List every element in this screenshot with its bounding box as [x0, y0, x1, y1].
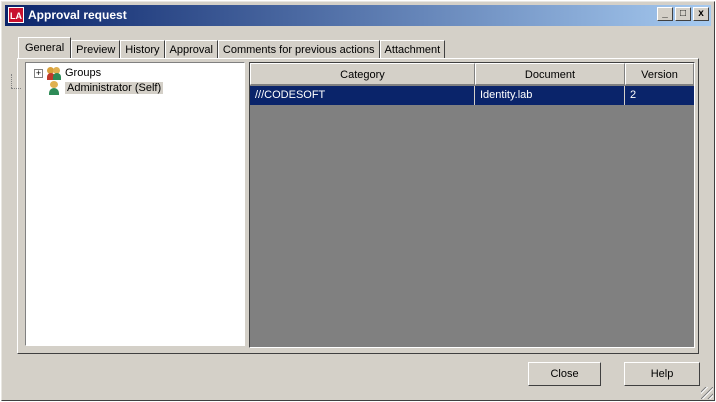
tree-node-label: Groups	[65, 67, 102, 79]
users-group-icon	[47, 66, 61, 80]
cell-document: Identity.lab	[475, 86, 625, 105]
tab-attachment[interactable]: Attachment	[379, 40, 446, 58]
maximize-button[interactable]: □	[675, 7, 691, 21]
tab-comments[interactable]: Comments for previous actions	[217, 40, 380, 58]
tree-node-groups[interactable]: + Groups	[34, 65, 101, 81]
documents-grid[interactable]: Category Document Version ///CODESOFT Id…	[249, 62, 695, 348]
cell-version: 2	[630, 89, 637, 101]
caption-buttons: _ □ x	[655, 7, 709, 21]
recipients-tree[interactable]: + Groups Administrator (Self)	[25, 62, 245, 346]
tree-connector	[11, 88, 21, 89]
title-bar[interactable]: LA Approval request _ □ x	[5, 5, 711, 26]
resize-grip-icon[interactable]	[701, 387, 713, 399]
user-icon	[47, 81, 61, 95]
tree-node-administrator[interactable]: Administrator (Self)	[47, 80, 164, 96]
window-title: Approval request	[28, 8, 127, 22]
app-icon: LA	[8, 7, 24, 23]
tree-node-label: Administrator (Self)	[65, 82, 164, 94]
tab-approval[interactable]: Approval	[164, 40, 218, 58]
column-header-document[interactable]: Document	[475, 63, 625, 85]
tab-strip: General Preview History Approval Comment…	[18, 37, 446, 58]
tab-general[interactable]: General	[18, 37, 72, 58]
cell-category: ///CODESOFT	[250, 86, 475, 105]
minimize-button[interactable]: _	[657, 7, 673, 21]
column-header-category[interactable]: Category	[250, 63, 475, 85]
tree-connector	[11, 74, 12, 88]
close-window-button[interactable]: x	[693, 7, 709, 21]
tab-preview[interactable]: Preview	[71, 40, 121, 58]
close-button[interactable]: Close	[528, 362, 601, 386]
tab-history[interactable]: History	[120, 40, 165, 58]
table-row[interactable]: ///CODESOFT Identity.lab 2	[250, 86, 694, 105]
column-header-version[interactable]: Version	[625, 63, 694, 85]
help-button[interactable]: Help	[624, 362, 700, 386]
expand-icon[interactable]: +	[34, 68, 43, 78]
grid-header: Category Document Version	[250, 63, 694, 85]
